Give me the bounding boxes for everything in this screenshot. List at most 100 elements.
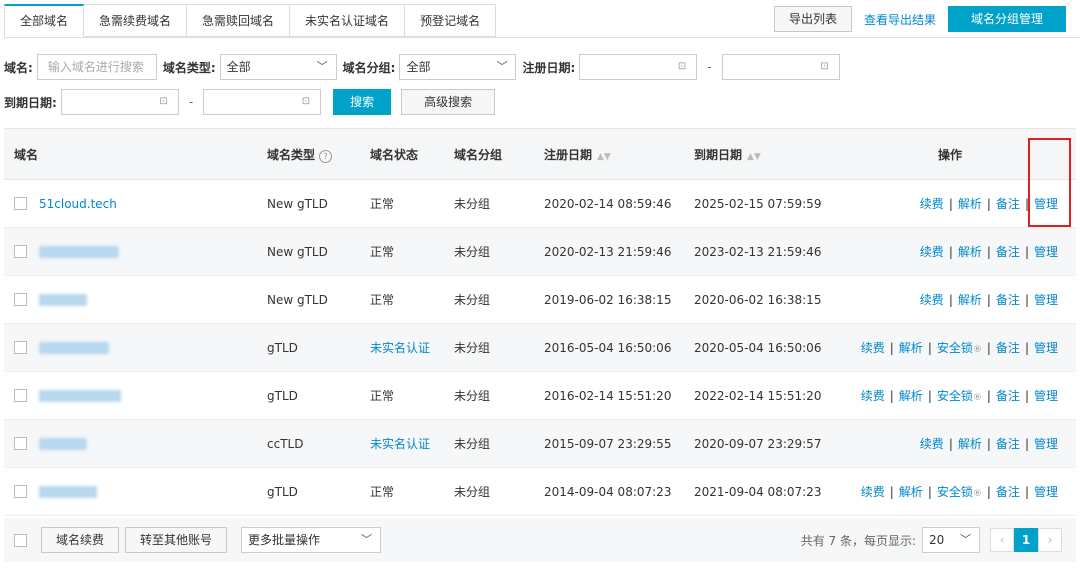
status-cell[interactable]: 未实名认证 — [360, 435, 444, 452]
resolve-link[interactable]: 解析 — [958, 437, 982, 451]
manage-link[interactable]: 管理 — [1034, 293, 1058, 307]
security-lock-link[interactable]: 安全锁® — [937, 389, 982, 403]
transfer-account-button[interactable]: 转至其他账号 — [125, 527, 228, 553]
row-checkbox[interactable] — [14, 293, 27, 306]
row-checkbox[interactable] — [14, 341, 27, 354]
view-export-link[interactable]: 查看导出结果 — [864, 11, 936, 28]
pagination-summary: 共有 7 条，每页显示: — [800, 533, 916, 548]
domain-cell — [4, 293, 257, 306]
redacted-domain[interactable] — [39, 389, 121, 402]
next-page-icon[interactable]: › — [1038, 528, 1062, 552]
resolve-link[interactable]: 解析 — [958, 197, 982, 211]
page-size-select[interactable]: 20 ﹀ — [922, 527, 980, 553]
type-cell: ccTLD — [267, 436, 304, 451]
select-all-checkbox[interactable] — [14, 533, 27, 547]
type-cell: New gTLD — [267, 196, 328, 211]
domain-search-input[interactable]: 输入域名进行搜索 — [36, 54, 157, 80]
resolve-link[interactable]: 解析 — [899, 341, 923, 355]
row-checkbox[interactable] — [14, 485, 27, 498]
col-exp-date[interactable]: 到期日期 ▲▼ — [684, 146, 844, 163]
exp-date-cell: 2021-09-04 08:07:23 — [694, 484, 822, 499]
renew-link[interactable]: 续费 — [920, 437, 944, 451]
group-select[interactable]: 全部 ﹀ — [399, 54, 517, 80]
group-manage-button[interactable]: 域名分组管理 — [947, 6, 1066, 32]
type-select[interactable]: 全部 ﹀ — [219, 54, 337, 80]
search-button[interactable]: 搜索 — [333, 89, 392, 115]
group-cell: 未分组 — [454, 293, 491, 307]
manage-link[interactable]: 管理 — [1034, 389, 1058, 403]
redacted-domain[interactable] — [39, 485, 97, 498]
row-checkbox[interactable] — [14, 197, 27, 210]
manage-link[interactable]: 管理 — [1034, 341, 1058, 355]
tab-urgent-renew[interactable]: 急需续费域名 — [84, 4, 188, 37]
renew-link[interactable]: 续费 — [861, 389, 885, 403]
batch-renew-button[interactable]: 域名续费 — [41, 527, 120, 553]
tab-unverified[interactable]: 未实名认证域名 — [290, 4, 406, 37]
security-lock-link[interactable]: 安全锁® — [937, 341, 982, 355]
current-page[interactable]: 1 — [1014, 528, 1038, 552]
renew-link[interactable]: 续费 — [920, 197, 944, 211]
renew-link[interactable]: 续费 — [920, 293, 944, 307]
renew-link[interactable]: 续费 — [920, 245, 944, 259]
status-cell[interactable]: 未实名认证 — [360, 339, 444, 356]
tab-preregistered[interactable]: 预登记域名 — [405, 4, 497, 37]
col-status: 域名状态 — [370, 147, 419, 162]
group-cell: 未分组 — [454, 485, 491, 499]
note-link[interactable]: 备注 — [996, 293, 1020, 307]
resolve-link[interactable]: 解析 — [958, 293, 982, 307]
status-cell: 正常 — [370, 389, 395, 403]
export-list-button[interactable]: 导出列表 — [773, 6, 852, 32]
sort-icon[interactable]: ▲▼ — [747, 152, 761, 162]
note-link[interactable]: 备注 — [996, 197, 1020, 211]
status-cell: 正常 — [370, 197, 395, 211]
col-type: 域名类型? — [257, 146, 360, 163]
exp-date-start-input[interactable]: ⊡ — [60, 89, 179, 115]
manage-link[interactable]: 管理 — [1034, 485, 1058, 499]
ops-cell: 续费 | 解析 | 安全锁® | 备注 | 管理 — [860, 485, 1058, 499]
reg-date-start-input[interactable]: ⊡ — [579, 54, 698, 80]
help-icon: ® — [972, 393, 982, 403]
batch-ops-select[interactable]: 更多批量操作 ﹀ — [241, 527, 382, 553]
reg-date-end-input[interactable]: ⊡ — [721, 54, 840, 80]
advanced-search-button[interactable]: 高级搜索 — [401, 89, 496, 115]
tab-urgent-redeem[interactable]: 急需赎回域名 — [187, 4, 291, 37]
domain-label: 域名: — [4, 60, 33, 75]
note-link[interactable]: 备注 — [996, 437, 1020, 451]
manage-link[interactable]: 管理 — [1034, 245, 1058, 259]
note-link[interactable]: 备注 — [996, 341, 1020, 355]
renew-link[interactable]: 续费 — [861, 485, 885, 499]
resolve-link[interactable]: 解析 — [899, 389, 923, 403]
col-reg-date[interactable]: 注册日期 ▲▼ — [534, 146, 684, 163]
ops-cell: 续费 | 解析 | 备注 | 管理 — [919, 437, 1058, 451]
domain-link[interactable]: 51cloud.tech — [39, 197, 117, 211]
reg-date-label: 注册日期: — [522, 60, 576, 75]
note-link[interactable]: 备注 — [996, 485, 1020, 499]
ops-cell: 续费 | 解析 | 安全锁® | 备注 | 管理 — [860, 389, 1058, 403]
redacted-domain[interactable] — [39, 341, 109, 354]
manage-column-highlight — [1028, 138, 1071, 227]
redacted-domain[interactable] — [39, 437, 87, 450]
col-exp-label: 到期日期 — [694, 147, 743, 162]
prev-page-icon[interactable]: ‹ — [990, 528, 1014, 552]
redacted-domain[interactable] — [39, 293, 87, 306]
row-checkbox[interactable] — [14, 437, 27, 450]
help-icon[interactable]: ? — [319, 149, 333, 163]
chevron-down-icon: ﹀ — [316, 60, 328, 73]
col-domain: 域名 — [14, 147, 39, 162]
sort-icon[interactable]: ▲▼ — [597, 152, 611, 162]
type-label: 域名类型: — [162, 60, 216, 75]
manage-link[interactable]: 管理 — [1034, 437, 1058, 451]
tab-all-domains[interactable]: 全部域名 — [4, 4, 85, 37]
col-group: 域名分组 — [454, 147, 503, 162]
row-checkbox[interactable] — [14, 245, 27, 258]
redacted-domain[interactable] — [39, 245, 119, 258]
table-row: ccTLD 未实名认证 未分组 2015-09-07 23:29:55 2020… — [4, 420, 1076, 468]
security-lock-link[interactable]: 安全锁® — [937, 485, 982, 499]
note-link[interactable]: 备注 — [996, 389, 1020, 403]
resolve-link[interactable]: 解析 — [958, 245, 982, 259]
row-checkbox[interactable] — [14, 389, 27, 402]
renew-link[interactable]: 续费 — [861, 341, 885, 355]
resolve-link[interactable]: 解析 — [899, 485, 923, 499]
exp-date-end-input[interactable]: ⊡ — [203, 89, 322, 115]
note-link[interactable]: 备注 — [996, 245, 1020, 259]
